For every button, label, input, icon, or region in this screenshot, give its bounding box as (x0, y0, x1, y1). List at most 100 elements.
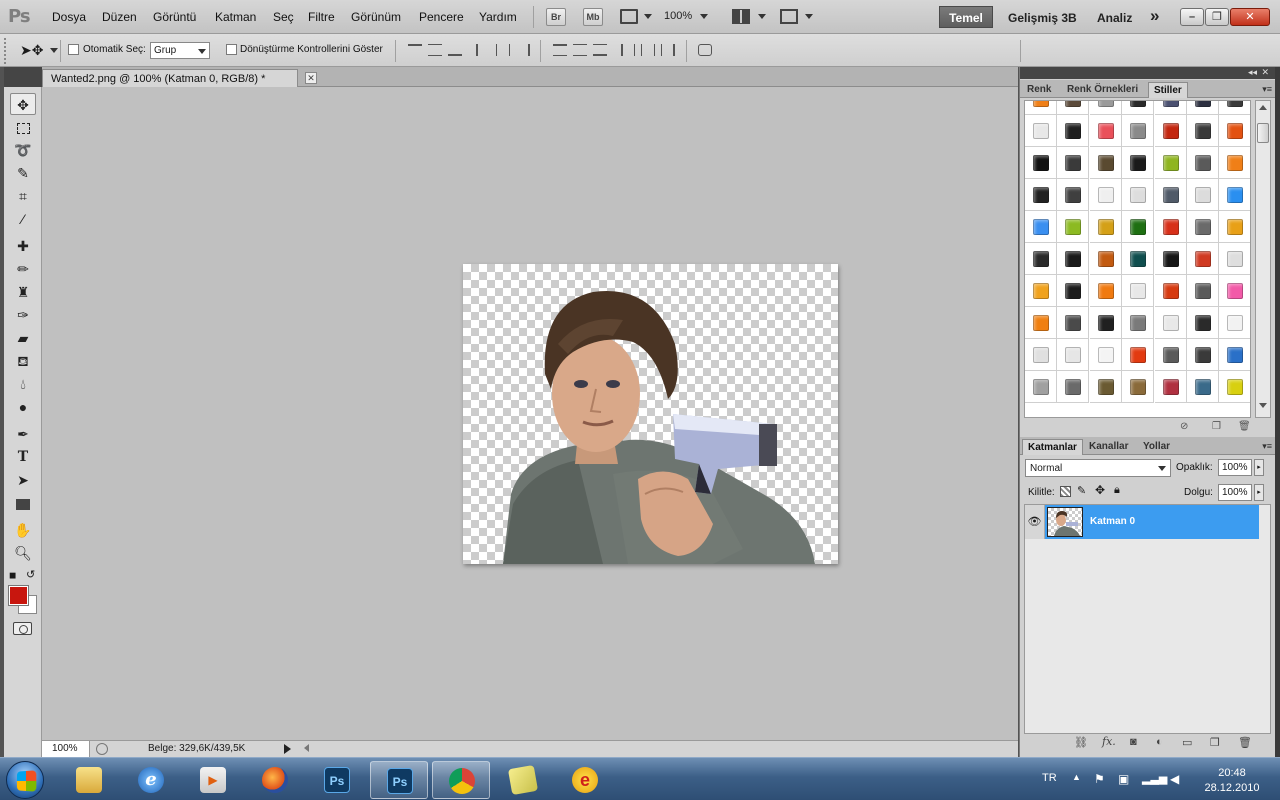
menu-filtre[interactable]: Filtre (308, 10, 335, 24)
styles-scrollbar[interactable] (1255, 100, 1271, 418)
style-swatch[interactable] (1154, 275, 1187, 307)
style-swatch[interactable] (1122, 101, 1155, 115)
style-swatch[interactable] (1025, 371, 1057, 403)
quick-selection-tool-icon[interactable]: ✎ (10, 162, 36, 184)
align-right-icon[interactable] (516, 44, 530, 56)
style-swatch[interactable] (1219, 147, 1250, 179)
menu-dosya[interactable]: Dosya (52, 10, 86, 24)
move-tool-icon[interactable]: ✥ (10, 93, 36, 115)
distribute-hcenter-icon[interactable] (641, 44, 655, 56)
panel-menu-icon[interactable]: ▾≡ (1262, 84, 1272, 95)
align-bottom-icon[interactable] (448, 44, 462, 56)
style-swatch[interactable] (1057, 211, 1090, 243)
blur-tool-icon[interactable]: 💧︎ (10, 373, 36, 395)
style-swatch[interactable] (1089, 275, 1122, 307)
link-layers-icon[interactable]: ⛓ (1074, 736, 1088, 749)
style-swatch[interactable] (1089, 115, 1122, 147)
close-icon[interactable]: ✕ (1230, 8, 1270, 26)
dodge-tool-icon[interactable]: ● (10, 396, 36, 418)
taskbar-media-player[interactable]: ▶ (184, 761, 242, 799)
language-indicator[interactable]: TR (1042, 772, 1057, 784)
style-swatch[interactable] (1057, 147, 1090, 179)
menu-katman[interactable]: Katman (215, 10, 256, 24)
style-swatch[interactable] (1187, 371, 1219, 403)
crop-tool-icon[interactable]: ⌗ (10, 185, 36, 207)
tab-kanallar[interactable]: Kanallar (1084, 439, 1133, 455)
distribute-right-icon[interactable] (661, 44, 675, 56)
style-swatch[interactable] (1187, 101, 1219, 115)
style-swatch[interactable] (1187, 307, 1219, 339)
scroll-down-icon[interactable] (1259, 403, 1267, 408)
distribute-left-icon[interactable] (621, 44, 635, 56)
taskbar-internet-explorer[interactable]: e (122, 761, 180, 799)
swap-colors-icon[interactable]: ↺ (26, 568, 35, 581)
type-tool-icon[interactable]: T (10, 446, 36, 468)
volume-icon[interactable]: ◀︎ (1170, 772, 1179, 786)
paint-bucket-tool-icon[interactable]: ⛾ (10, 350, 36, 372)
distribute-top-icon[interactable] (553, 44, 567, 56)
fill-input[interactable]: 100% (1218, 484, 1252, 501)
style-swatch[interactable] (1154, 307, 1187, 339)
blend-mode-dropdown[interactable]: Normal (1025, 459, 1171, 477)
style-swatch[interactable] (1122, 147, 1155, 179)
extras-icon[interactable] (620, 9, 638, 24)
style-swatch[interactable] (1219, 275, 1250, 307)
auto-select-dropdown[interactable]: Grup (150, 42, 210, 59)
style-swatch[interactable] (1219, 339, 1250, 371)
eraser-tool-icon[interactable]: ▰ (10, 327, 36, 349)
style-swatch[interactable] (1089, 339, 1122, 371)
screen-mode-icon[interactable] (780, 9, 798, 24)
taskbar-sticky-notes[interactable] (494, 761, 552, 799)
distribute-bottom-icon[interactable] (593, 44, 607, 56)
style-swatch[interactable] (1089, 211, 1122, 243)
style-swatch[interactable] (1187, 275, 1219, 307)
style-swatch[interactable] (1187, 243, 1219, 275)
new-layer-icon[interactable]: ❐ (1210, 736, 1220, 749)
style-swatch[interactable] (1057, 275, 1090, 307)
style-swatch[interactable] (1154, 211, 1187, 243)
image-canvas[interactable] (463, 264, 838, 564)
style-swatch[interactable] (1154, 179, 1187, 211)
network-signal-icon[interactable]: ▂▃▅ (1142, 772, 1167, 785)
style-swatch[interactable] (1025, 275, 1057, 307)
scroll-up-icon[interactable] (1259, 105, 1267, 110)
style-swatch[interactable] (1057, 115, 1090, 147)
status-menu-arrow-icon[interactable] (284, 744, 291, 754)
style-swatch[interactable] (1089, 101, 1122, 115)
style-swatch[interactable] (1025, 147, 1057, 179)
add-mask-icon[interactable]: ◙ (1130, 736, 1137, 748)
taskbar-photoshop-pinned[interactable]: Ps (308, 761, 366, 799)
action-center-flag-icon[interactable]: ⚑ (1094, 772, 1105, 786)
style-swatch[interactable] (1187, 115, 1219, 147)
style-swatch[interactable] (1122, 243, 1155, 275)
tab-renk[interactable]: Renk (1022, 82, 1056, 98)
chevron-down-icon[interactable] (50, 48, 58, 53)
history-brush-tool-icon[interactable]: ✑ (10, 304, 36, 326)
style-swatch[interactable] (1219, 307, 1250, 339)
arrange-documents-icon[interactable] (732, 9, 750, 24)
style-swatch[interactable] (1154, 115, 1187, 147)
style-swatch[interactable] (1122, 211, 1155, 243)
style-swatch[interactable] (1219, 179, 1250, 211)
bridge-button[interactable]: Br (546, 8, 566, 26)
style-swatch[interactable] (1025, 115, 1057, 147)
style-swatch[interactable] (1025, 101, 1057, 115)
style-swatch[interactable] (1089, 371, 1122, 403)
panel-menu-icon[interactable]: ▾≡ (1262, 441, 1272, 452)
lock-pixels-icon[interactable]: ✎ (1077, 484, 1086, 497)
style-swatch[interactable] (1122, 307, 1155, 339)
minimize-icon[interactable]: – (1180, 8, 1204, 26)
menu-pencere[interactable]: Pencere (419, 10, 464, 24)
eyedropper-tool-icon[interactable]: ⁄ (10, 208, 36, 230)
chevron-down-icon[interactable] (758, 14, 766, 19)
style-swatch[interactable] (1219, 211, 1250, 243)
power-icon[interactable]: ▣ (1118, 772, 1129, 786)
style-swatch[interactable] (1187, 339, 1219, 371)
style-swatch[interactable] (1154, 101, 1187, 115)
style-swatch[interactable] (1025, 243, 1057, 275)
brush-tool-icon[interactable]: ✏ (10, 258, 36, 280)
style-swatch[interactable] (1057, 339, 1090, 371)
clone-stamp-tool-icon[interactable]: ♜ (10, 281, 36, 303)
fill-slider-arrow-icon[interactable]: ▸ (1254, 484, 1264, 501)
more-workspaces-icon[interactable]: » (1150, 6, 1159, 26)
